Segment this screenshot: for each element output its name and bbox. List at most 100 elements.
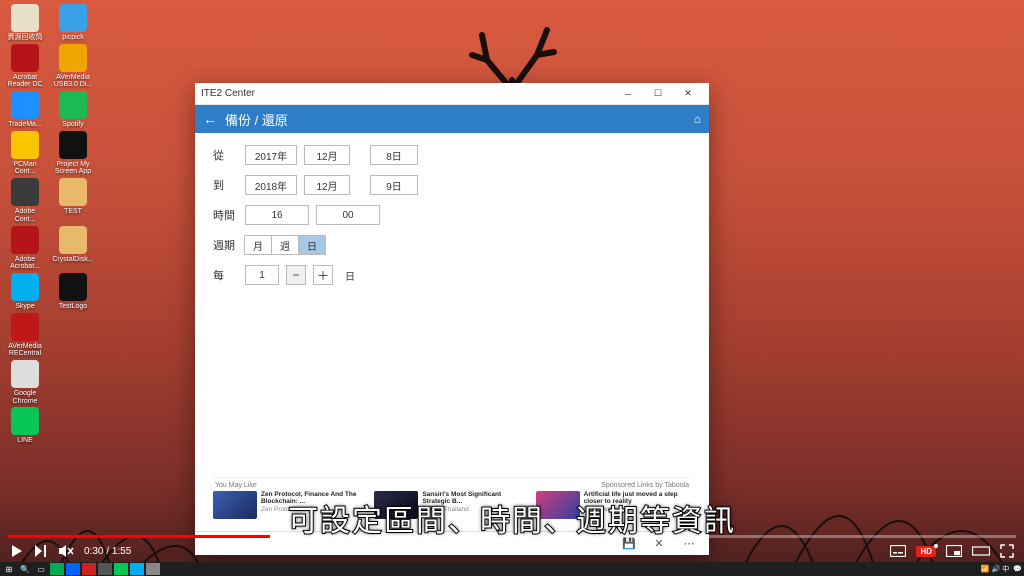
to-date-row: 到 2018年 12月 9日 bbox=[213, 175, 691, 195]
desktop-icon-glyph bbox=[59, 4, 87, 32]
settings-button[interactable]: HD bbox=[916, 546, 936, 557]
from-day-field[interactable]: 8日 bbox=[370, 145, 418, 165]
desktop-icon[interactable]: Google Chrome bbox=[4, 360, 46, 405]
desktop-icon-glyph bbox=[59, 178, 87, 206]
app-window: ITE2 Center ─ ☐ ✕ ← 備份 / 還原 ⌂ 從 2017年 12… bbox=[195, 83, 709, 555]
desktop-icon-glyph bbox=[11, 313, 39, 341]
back-icon[interactable]: ← bbox=[203, 111, 217, 127]
desktop-icon[interactable]: 資源回收筒 bbox=[4, 4, 46, 42]
mute-button[interactable] bbox=[58, 544, 74, 558]
desktop-icon[interactable]: Project My Screen App bbox=[52, 131, 94, 176]
desktop-icon-glyph bbox=[59, 91, 87, 119]
window-title: ITE2 Center bbox=[201, 88, 613, 99]
from-month-field[interactable]: 12月 bbox=[304, 145, 350, 165]
desktop-icon-label: Skype bbox=[15, 303, 34, 311]
desktop-icon-label: TradeMa... bbox=[8, 121, 42, 129]
desktop-icon-glyph bbox=[11, 91, 39, 119]
next-button[interactable] bbox=[34, 544, 48, 558]
desktop-icon[interactable]: CrystalDisk... bbox=[52, 226, 94, 271]
to-label: 到 bbox=[213, 177, 237, 193]
desktop-icon[interactable]: Adobe Cont... bbox=[4, 178, 46, 223]
every-unit-label: 日 bbox=[345, 268, 355, 283]
desktop-icon-label: CrystalDisk... bbox=[52, 256, 93, 264]
desktop-icon-glyph bbox=[11, 226, 39, 254]
windows-taskbar[interactable]: ⊞ 🔍 ▭ 📶 🔊 中 💬 bbox=[0, 562, 1024, 576]
every-label: 每 bbox=[213, 267, 237, 283]
desktop-icon[interactable]: PCMan Cont... bbox=[4, 131, 46, 176]
app-content: 從 2017年 12月 8日 到 2018年 12月 9日 時間 16 00 週… bbox=[195, 133, 709, 531]
to-day-field[interactable]: 9日 bbox=[370, 175, 418, 195]
tray-volume-icon[interactable]: 🔊 bbox=[992, 565, 1001, 573]
desktop-icon-label: TestLogo bbox=[59, 303, 87, 311]
window-minimize-button[interactable]: ─ bbox=[613, 84, 643, 104]
theater-button[interactable] bbox=[972, 545, 990, 557]
desktop-icon[interactable]: TradeMa... bbox=[4, 91, 46, 129]
desktop-icon[interactable]: AVerMedia RECentral bbox=[4, 313, 46, 358]
taskbar-app-5[interactable] bbox=[114, 563, 128, 575]
search-icon[interactable]: 🔍 bbox=[18, 563, 32, 575]
subtitles-button[interactable] bbox=[890, 545, 906, 557]
cycle-tab-week[interactable]: 週 bbox=[271, 235, 299, 255]
desktop-icon[interactable]: Spotify bbox=[52, 91, 94, 129]
taskbar-app-6[interactable] bbox=[130, 563, 144, 575]
system-tray[interactable]: 📶 🔊 中 💬 bbox=[981, 564, 1022, 574]
cycle-tab-day[interactable]: 日 bbox=[298, 235, 326, 255]
taskbar-app-2[interactable] bbox=[66, 563, 80, 575]
time-hour-field[interactable]: 16 bbox=[245, 205, 309, 225]
desktop-icon-glyph bbox=[11, 407, 39, 435]
cycle-label: 週期 bbox=[213, 237, 237, 253]
to-year-field[interactable]: 2018年 bbox=[245, 175, 297, 195]
desktop-icon-glyph bbox=[59, 226, 87, 254]
desktop-icon[interactable]: Adobe Acrobat... bbox=[4, 226, 46, 271]
time-minute-field[interactable]: 00 bbox=[316, 205, 380, 225]
desktop-icon[interactable]: Acrobat Reader DC bbox=[4, 44, 46, 89]
from-label: 從 bbox=[213, 147, 237, 163]
ads-header-left: You May Like bbox=[215, 482, 257, 489]
window-maximize-button[interactable]: ☐ bbox=[643, 84, 673, 104]
desktop-icon-glyph bbox=[11, 44, 39, 72]
every-increment-button[interactable]: ＋ bbox=[313, 265, 333, 285]
desktop-icon[interactable]: Skype bbox=[4, 273, 46, 311]
app-header: ← 備份 / 還原 ⌂ bbox=[195, 105, 709, 133]
tray-network-icon[interactable]: 📶 bbox=[981, 565, 990, 573]
taskbar-app-7[interactable] bbox=[146, 563, 160, 575]
from-year-field[interactable]: 2017年 bbox=[245, 145, 297, 165]
desktop-icon[interactable]: picpick bbox=[52, 4, 94, 42]
desktop-icon[interactable]: TestLogo bbox=[52, 273, 94, 311]
tray-notifications-icon[interactable]: 💬 bbox=[1013, 565, 1022, 573]
desktop-icon-label: PCMan Cont... bbox=[4, 161, 46, 176]
window-titlebar[interactable]: ITE2 Center ─ ☐ ✕ bbox=[195, 83, 709, 105]
taskbar-app-4[interactable] bbox=[98, 563, 112, 575]
desktop-icon-label: Adobe Acrobat... bbox=[4, 256, 46, 271]
video-controls: 0:30 / 1:55 HD bbox=[0, 538, 1024, 564]
miniplayer-button[interactable] bbox=[946, 545, 962, 557]
fullscreen-button[interactable] bbox=[1000, 544, 1014, 558]
play-button[interactable] bbox=[10, 544, 24, 558]
every-decrement-button[interactable]: − bbox=[286, 265, 306, 285]
desktop-icon[interactable]: LINE bbox=[4, 407, 46, 445]
desktop-icon[interactable]: AVerMedia USB3.0 Di... bbox=[52, 44, 94, 89]
every-row: 每 1 − ＋ 日 bbox=[213, 265, 691, 285]
desktop-icon-glyph bbox=[59, 44, 87, 72]
cycle-tab-month[interactable]: 月 bbox=[244, 235, 272, 255]
time-row: 時間 16 00 bbox=[213, 205, 691, 225]
every-value-field[interactable]: 1 bbox=[245, 265, 279, 285]
desktop-icon-glyph bbox=[11, 131, 39, 159]
start-button[interactable]: ⊞ bbox=[2, 563, 16, 575]
desktop-icons-area: 資源回收筒picpick Acrobat Reader DC AVerMedia U… bbox=[4, 4, 94, 445]
desktop-icon-label: AVerMedia RECentral bbox=[4, 343, 46, 358]
desktop-icon-label: Google Chrome bbox=[4, 390, 46, 405]
taskbar-app-3[interactable] bbox=[82, 563, 96, 575]
to-month-field[interactable]: 12月 bbox=[304, 175, 350, 195]
home-icon[interactable]: ⌂ bbox=[694, 112, 701, 126]
taskbar-app-1[interactable] bbox=[50, 563, 64, 575]
desktop-icon-label: TEST bbox=[64, 208, 82, 216]
window-close-button[interactable]: ✕ bbox=[673, 84, 703, 104]
taskview-icon[interactable]: ▭ bbox=[34, 563, 48, 575]
video-time: 0:30 / 1:55 bbox=[84, 546, 131, 557]
tray-lang-icon[interactable]: 中 bbox=[1002, 564, 1009, 574]
video-caption: 可設定區間、時間、週期等資訊 bbox=[0, 496, 1024, 540]
desktop-icon[interactable]: TEST bbox=[52, 178, 94, 223]
desktop-icon-label: Acrobat Reader DC bbox=[4, 74, 46, 89]
desktop-icon-label: Spotify bbox=[62, 121, 83, 129]
